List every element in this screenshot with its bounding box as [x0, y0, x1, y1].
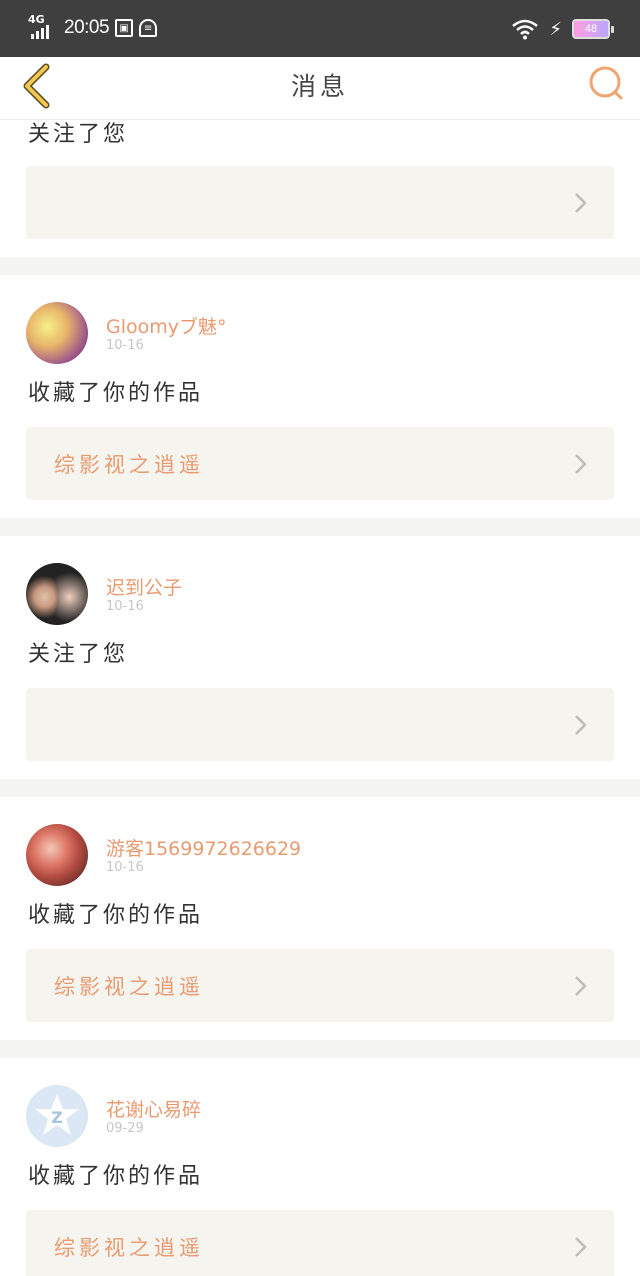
message-date: 09-29: [106, 1121, 144, 1136]
username[interactable]: 花谢心易碎: [106, 1095, 201, 1122]
chevron-right-icon: [575, 715, 587, 735]
username[interactable]: 游客1569972626629: [106, 834, 301, 861]
search-icon: [589, 66, 623, 100]
battery-icon: 48: [572, 19, 614, 39]
chevron-right-icon: [575, 193, 587, 213]
wifi-icon: [512, 19, 539, 40]
page-title: 消息: [290, 72, 349, 101]
search-button[interactable]: [586, 63, 626, 103]
message-card: 迟到公子 10-16 关注了您: [0, 536, 640, 779]
divider: [0, 779, 640, 797]
message-card: 关注了您: [0, 120, 640, 257]
user-row: 游客1569972626629 10-16: [0, 824, 640, 888]
message-feed: 关注了您 Gloomyブ魅° 10-16 收藏了你的作品 综影视之逍遥 迟到公子…: [0, 120, 640, 1276]
action-text: 收藏了你的作品: [28, 1164, 204, 1189]
divider: [0, 257, 640, 275]
work-link[interactable]: [26, 166, 614, 239]
divider: [0, 518, 640, 536]
work-link[interactable]: 综影视之逍遥: [26, 1210, 614, 1276]
avatar[interactable]: Z: [26, 1085, 88, 1147]
message-card: Z 花谢心易碎 09-29 收藏了你的作品 综影视之逍遥: [0, 1058, 640, 1276]
signal-icon: 4G: [28, 13, 58, 41]
default-avatar-icon: Z: [35, 1094, 79, 1135]
notification-icon: ▣: [115, 19, 134, 37]
work-title: 综影视之逍遥: [54, 1235, 204, 1260]
username[interactable]: 迟到公子: [106, 573, 182, 600]
avatar[interactable]: [26, 302, 88, 364]
chevron-right-icon: [575, 1237, 587, 1257]
user-row: 迟到公子 10-16: [0, 563, 640, 627]
storage-icon: ≡: [139, 19, 158, 37]
message-date: 10-16: [106, 599, 144, 614]
status-right: ⚡ 48: [511, 16, 614, 42]
divider: [0, 1040, 640, 1058]
message-date: 10-16: [106, 860, 144, 875]
user-row: Gloomyブ魅° 10-16: [0, 302, 640, 366]
work-link[interactable]: [26, 688, 614, 761]
action-text: 关注了您: [28, 122, 129, 147]
nav-bar: 消息: [0, 57, 640, 120]
status-time: 20:05: [64, 17, 110, 38]
message-card: Gloomyブ魅° 10-16 收藏了你的作品 综影视之逍遥: [0, 275, 640, 518]
user-row: Z 花谢心易碎 09-29: [0, 1085, 640, 1149]
message-date: 10-16: [106, 338, 144, 353]
message-card: 游客1569972626629 10-16 收藏了你的作品 综影视之逍遥: [0, 797, 640, 1040]
work-title: 综影视之逍遥: [54, 452, 204, 477]
avatar[interactable]: [26, 563, 88, 625]
work-link[interactable]: 综影视之逍遥: [26, 427, 614, 500]
action-text: 收藏了你的作品: [28, 903, 204, 928]
svg-text:Z: Z: [51, 1108, 63, 1127]
action-text: 收藏了你的作品: [28, 381, 204, 406]
work-link[interactable]: 综影视之逍遥: [26, 949, 614, 1022]
chevron-right-icon: [575, 454, 587, 474]
charging-icon: ⚡: [549, 18, 562, 40]
status-bar: 4G 20:05 ▣ ≡ ⚡ 48: [0, 0, 640, 57]
username[interactable]: Gloomyブ魅°: [106, 312, 227, 339]
action-text: 关注了您: [28, 642, 129, 667]
status-left: 4G 20:05 ▣ ≡: [28, 13, 158, 41]
work-title: 综影视之逍遥: [54, 974, 204, 999]
avatar[interactable]: [26, 824, 88, 886]
chevron-right-icon: [575, 976, 587, 996]
